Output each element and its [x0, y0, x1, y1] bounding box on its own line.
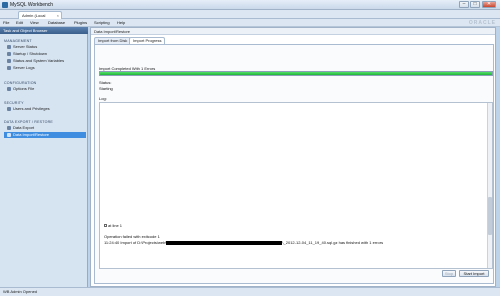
export-icon [7, 126, 11, 130]
section-configuration: CONFIGURATION [4, 81, 37, 85]
sidebar-item-label: Server Status [13, 44, 38, 49]
section-management: MANAGEMENT [4, 39, 32, 43]
main-content: Data Import/Restore Import from Disk Imp… [90, 27, 496, 287]
sidebar-item-users-privileges[interactable]: Users and Privileges [4, 106, 86, 112]
log-text: \_2012-12-04_11_19_40.sql.gz has finishe… [282, 240, 384, 245]
sidebar-item-label: Data Export [13, 125, 35, 130]
status-value: Starting [99, 86, 113, 91]
tab-strip: Admin (Local MySQL) × [0, 10, 500, 25]
section-security: SECURITY [4, 101, 24, 105]
menu-bar: File Edit View Database Plugins Scriptin… [0, 19, 500, 27]
log-area[interactable]: at line 1 Operation failed with exitcode… [99, 102, 493, 269]
log-line-operation-failed: Operation failed with exitcode 1 [104, 234, 160, 239]
log-checkbox[interactable] [104, 224, 107, 228]
log-text: 11:24:40 Import of D:\Projects\web\ [104, 240, 167, 245]
log-line-import-result: 11:24:40 Import of D:\Projects\web\ \_201… [104, 240, 383, 245]
sidebar-item-label: Server Logs [13, 65, 35, 70]
menu-view[interactable]: View [30, 20, 39, 26]
log-text: at line 1 [108, 223, 123, 228]
progress-bar [99, 71, 493, 76]
sidebar-item-label: Options File [13, 86, 35, 91]
users-icon [7, 107, 11, 111]
progress-fill [100, 72, 492, 75]
sidebar-item-data-import[interactable]: Data Import/Restore [4, 132, 86, 138]
sidebar-item-label: Status and System Variables [13, 58, 65, 63]
redacted-path [166, 240, 283, 245]
startup-icon [7, 52, 11, 56]
workbench-icon [2, 2, 8, 8]
title-bar: MySQL Workbench – □ ✕ [0, 0, 500, 10]
sidebar-item-startup-shutdown[interactable]: Startup / Shutdown [4, 51, 86, 57]
close-window-button[interactable]: ✕ [482, 1, 496, 8]
menu-database[interactable]: Database [48, 20, 65, 26]
sidebar-item-label: Startup / Shutdown [13, 51, 48, 56]
sidebar-item-server-logs[interactable]: Server Logs [4, 65, 86, 71]
import-icon [7, 133, 11, 137]
sidebar-item-server-status[interactable]: Server Status [4, 44, 86, 50]
sidebar-item-label: Users and Privileges [13, 106, 50, 111]
tab-admin-local-mysql[interactable]: Admin (Local MySQL) × [18, 11, 62, 25]
status-label: Status: [99, 80, 112, 85]
close-tab-icon[interactable]: × [57, 12, 59, 19]
log-line-at-line: at line 1 [104, 223, 122, 228]
menu-file[interactable]: File [3, 20, 9, 26]
oracle-logo: ORACLE [468, 20, 496, 26]
task-object-browser: Task and Object Browser MANAGEMENT Serve… [0, 27, 88, 287]
logs-icon [7, 66, 11, 70]
menu-help[interactable]: Help [117, 20, 125, 26]
variables-icon [7, 59, 11, 63]
sidebar-item-label: Data Import/Restore [13, 132, 50, 137]
sidebar-item-options-file[interactable]: Options File [4, 86, 86, 92]
page-title: Data Import/Restore [91, 28, 495, 35]
server-status-icon [7, 45, 11, 49]
minimize-button[interactable]: – [459, 1, 469, 8]
window-title: MySQL Workbench [10, 2, 54, 8]
menu-plugins[interactable]: Plugins [74, 20, 87, 26]
tab-import-progress[interactable]: Import Progress [129, 37, 166, 44]
log-scrollbar[interactable] [487, 103, 492, 268]
tab-import-from-disk[interactable]: Import from Disk [94, 37, 132, 44]
status-bar: WB Admin Opened [0, 287, 500, 296]
log-scroll-thumb[interactable] [488, 197, 492, 235]
sidebar-title: Task and Object Browser [0, 27, 88, 34]
log-label: Log: [99, 96, 107, 101]
sidebar-item-data-export[interactable]: Data Export [4, 125, 86, 131]
section-data-export: DATA EXPORT / RESTORE [4, 120, 53, 124]
maximize-button[interactable]: □ [470, 1, 480, 8]
start-import-button[interactable]: Start Import [459, 270, 489, 277]
import-progress-panel: Import Completed With 1 Errors Status: S… [94, 44, 494, 284]
menu-scripting[interactable]: Scripting [94, 20, 110, 26]
menu-edit[interactable]: Edit [16, 20, 23, 26]
sidebar-item-status-variables[interactable]: Status and System Variables [4, 58, 86, 64]
wrench-icon [7, 87, 11, 91]
stop-button[interactable]: Stop [442, 270, 456, 277]
